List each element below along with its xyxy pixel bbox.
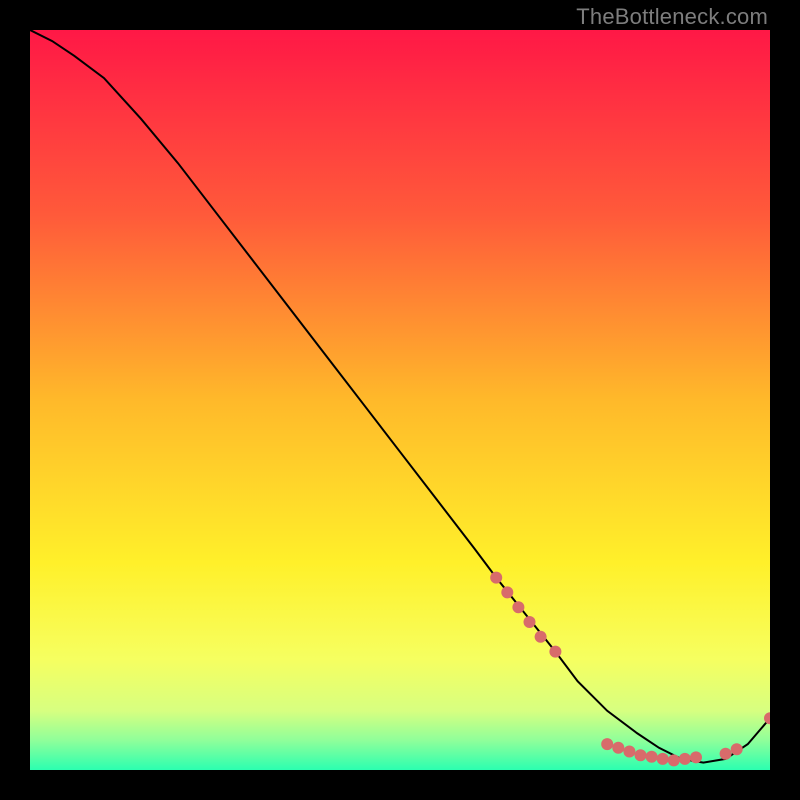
marker-dot xyxy=(731,743,743,755)
marker-dot xyxy=(535,631,547,643)
marker-dot xyxy=(601,738,613,750)
marker-dot xyxy=(490,572,502,584)
marker-dot xyxy=(635,749,647,761)
marker-dot xyxy=(657,753,669,765)
plot-svg xyxy=(30,30,770,770)
plot-area xyxy=(30,30,770,770)
marker-dot xyxy=(549,646,561,658)
marker-dot xyxy=(524,616,536,628)
marker-dot xyxy=(501,586,513,598)
gradient-background xyxy=(30,30,770,770)
marker-dot xyxy=(668,754,680,766)
marker-dot xyxy=(612,742,624,754)
marker-dot xyxy=(512,601,524,613)
marker-dot xyxy=(720,748,732,760)
marker-dot xyxy=(623,746,635,758)
chart-frame: TheBottleneck.com xyxy=(0,0,800,800)
marker-dot xyxy=(690,751,702,763)
marker-dot xyxy=(679,753,691,765)
marker-dot xyxy=(646,751,658,763)
watermark-text: TheBottleneck.com xyxy=(576,4,768,30)
